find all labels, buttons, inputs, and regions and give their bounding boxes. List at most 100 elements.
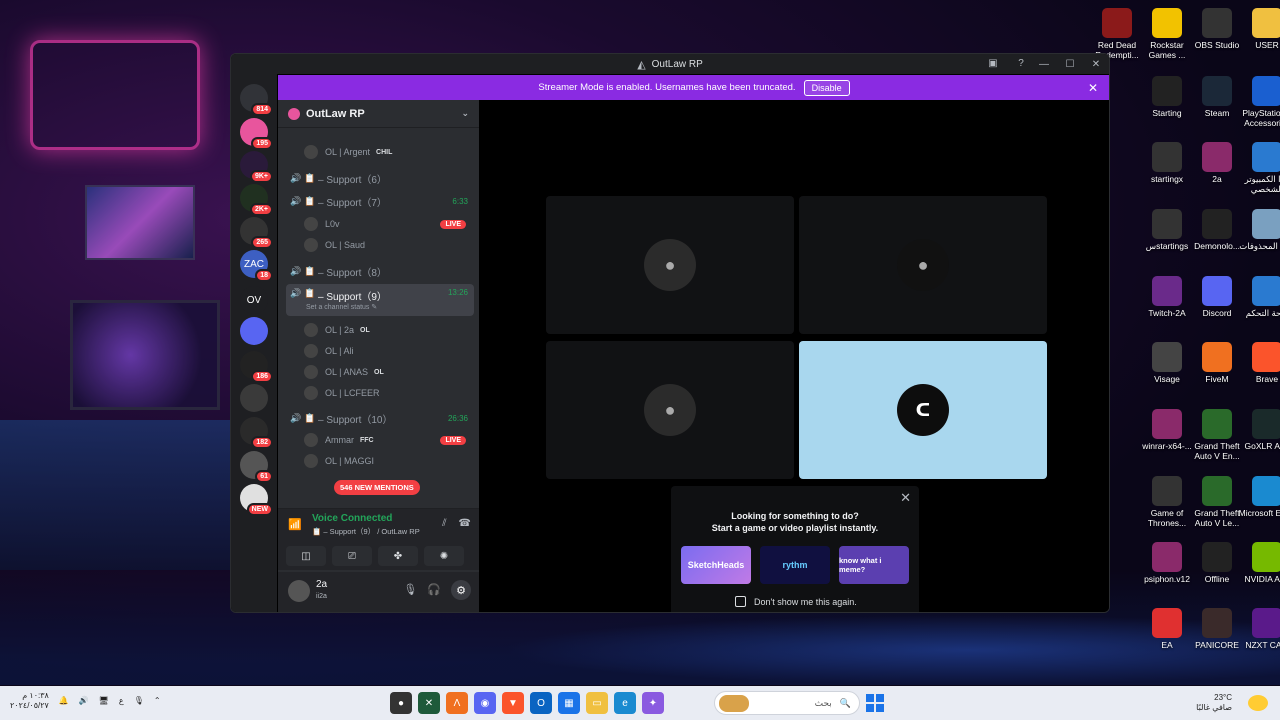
desktop-icon-label: لوحة التحكم <box>1245 308 1280 318</box>
server-header[interactable]: OutLaw RP ⌄ <box>278 100 479 128</box>
activities-button[interactable]: ✤ <box>378 546 418 566</box>
voice-user[interactable]: OL | ANAS OL <box>304 362 472 382</box>
desktop-icon[interactable]: Brave <box>1238 338 1280 385</box>
voice-channel[interactable]: 🔊 📋 – Support（7） 6:33 <box>286 191 474 211</box>
clock[interactable]: ١٠:٣٨ م ٢٠٢٤/٠٥/٢٧ <box>10 691 49 710</box>
camera-off-button[interactable]: ◫ <box>286 546 326 566</box>
start-button[interactable] <box>866 694 884 712</box>
mic-icon[interactable]: 🎙 <box>134 696 144 705</box>
store-icon[interactable]: ▦ <box>558 692 580 714</box>
live-badge[interactable]: LIVE <box>440 435 466 445</box>
live-badge[interactable]: LIVE <box>440 219 466 229</box>
close-icon[interactable]: ✕ <box>900 490 911 506</box>
outlook-icon[interactable]: O <box>530 692 552 714</box>
voice-user[interactable]: OL | LCFEER <box>304 383 472 403</box>
screen-share-button[interactable]: ⎚ <box>332 546 372 566</box>
channel-status[interactable]: Set a channel status ✎ <box>306 303 377 311</box>
network-icon[interactable]: 🖥 <box>99 696 109 705</box>
desktop-icon[interactable]: GoXLR App <box>1238 405 1280 452</box>
fivem-icon[interactable]: Λ <box>446 692 468 714</box>
checkbox[interactable] <box>735 596 746 607</box>
desktop-icon[interactable]: NVIDIA App <box>1238 538 1280 585</box>
xbox-icon[interactable]: ✕ <box>418 692 440 714</box>
voice-user[interactable]: L0v LIVE <box>304 214 472 234</box>
desktop-icon[interactable]: NZXT CAM <box>1238 604 1280 651</box>
server-icon-5[interactable]: ZAC 18 <box>240 250 273 282</box>
banner-close-icon[interactable]: ✕ <box>1088 81 1098 95</box>
discord-icon[interactable]: ◉ <box>474 692 496 714</box>
help-icon[interactable]: ? <box>1013 56 1029 70</box>
microphone-icon[interactable]: 🎙 <box>403 583 417 600</box>
server-icon-0[interactable]: 814 <box>240 84 273 116</box>
server-icon-3[interactable]: 2K+ <box>240 184 273 216</box>
disconnect-icon[interactable]: ☎ <box>459 518 471 529</box>
app-icon <box>1252 209 1280 239</box>
video-tile-3[interactable]: ● <box>546 341 794 479</box>
minimize-button[interactable]: — <box>1031 59 1057 70</box>
activity-card-meme[interactable]: know what i meme? <box>839 546 909 584</box>
server-icon-12[interactable]: NEW <box>240 484 273 516</box>
activity-card-rythm[interactable]: rythm <box>760 546 830 584</box>
activity-card-sketchheads[interactable]: SketchHeads <box>681 546 751 584</box>
desktop-icon[interactable]: PlayStation® Accessories <box>1238 72 1280 129</box>
soundboard-button[interactable]: ✺ <box>424 546 464 566</box>
voice-user[interactable]: OL | Argent CHIL <box>304 142 472 162</box>
gear-icon[interactable]: ⚙ <box>451 580 471 600</box>
desktop-icon[interactable]: USER <box>1238 4 1280 51</box>
voice-user-name: OL | ANAS <box>325 367 369 377</box>
voice-user[interactable]: OL | Saud <box>304 235 472 255</box>
disable-button[interactable]: Disable <box>803 79 850 96</box>
server-icon-11[interactable]: 61 <box>240 451 273 483</box>
voice-user[interactable]: Ammar FFC LIVE <box>304 430 472 450</box>
video-tile-1[interactable]: ● <box>546 196 794 334</box>
headphones-icon[interactable]: 🎧 <box>427 583 441 600</box>
voice-channel[interactable]: 🔊 📋 – Support（10） 26:36 <box>286 408 474 428</box>
server-icon-7[interactable] <box>240 317 268 345</box>
file-explorer-icon[interactable]: ▭ <box>586 692 608 714</box>
video-tile-4-speaking[interactable]: ᑕ <box>799 341 1047 479</box>
desktop-icon[interactable]: هذا الكمبيوتر الشخصي <box>1238 138 1280 195</box>
voice-channel-label[interactable]: 📋 – Support（9） / OutLaw RP <box>312 526 420 537</box>
window-title: OutLaw RP <box>651 58 703 70</box>
copilot-icon[interactable]: ✦ <box>642 692 664 714</box>
avatar <box>304 386 318 400</box>
voice-user[interactable]: OL | 2a OL <box>304 320 472 340</box>
server-icon-10[interactable]: 182 <box>240 417 273 449</box>
maximize-button[interactable]: ☐ <box>1057 59 1083 70</box>
noise-suppression-icon[interactable]: ⫽ <box>442 518 446 529</box>
desktop-icon[interactable]: سلة المحذوفات <box>1238 205 1280 252</box>
volume-icon[interactable]: 🔊 <box>79 696 89 705</box>
notification-icon[interactable]: 🔔 <box>59 696 69 705</box>
chevron-up-icon[interactable]: ⌃ <box>154 696 161 705</box>
avatar[interactable] <box>288 580 310 602</box>
language-indicator[interactable]: ع <box>119 696 124 705</box>
desktop-icon[interactable]: Microsoft Edge <box>1238 472 1280 519</box>
voice-channel[interactable]: 🔊 📋 – Support（6） <box>286 168 474 188</box>
server-icon-label: ZAC <box>244 258 264 270</box>
server-icon-8[interactable]: 186 <box>240 351 273 383</box>
edge-icon[interactable]: e <box>614 692 636 714</box>
voice-channel[interactable]: 🔊 📋 – Support（8） <box>286 261 474 281</box>
search-box[interactable]: بحث 🔍 <box>714 691 860 715</box>
voice-channel[interactable]: 🔊 📋 – Support（9） 13:26 Set a channel status … <box>286 284 474 316</box>
voice-user[interactable]: OL | MAGGI <box>304 451 472 471</box>
dont-show-checkbox[interactable]: Don't show me this again. <box>735 596 857 607</box>
brave-icon[interactable]: ▼ <box>502 692 524 714</box>
server-icon-9[interactable] <box>240 384 268 412</box>
weather-widget[interactable]: 23°C صافي غالبًا <box>1196 693 1232 714</box>
signal-icon[interactable]: 📶 <box>288 518 302 531</box>
app-icon[interactable]: ● <box>390 692 412 714</box>
avatar <box>304 217 318 231</box>
server-icon <box>288 107 300 120</box>
server-icon-1[interactable]: 195 <box>240 118 273 150</box>
voice-user[interactable]: OL | Ali <box>304 341 472 361</box>
app-icon <box>1152 276 1182 306</box>
inbox-icon[interactable]: ▣ <box>985 56 1001 70</box>
close-button[interactable]: ✕ <box>1083 59 1109 70</box>
server-icon-6[interactable]: OV <box>240 286 268 314</box>
video-tile-2[interactable]: ● <box>799 196 1047 334</box>
server-icon-4[interactable]: 265 <box>240 217 273 249</box>
server-icon-2[interactable]: 9K+ <box>240 151 273 183</box>
desktop-icon[interactable]: لوحة التحكم <box>1238 272 1280 319</box>
new-mentions-pill[interactable]: 546 NEW MENTIONS <box>334 480 420 495</box>
